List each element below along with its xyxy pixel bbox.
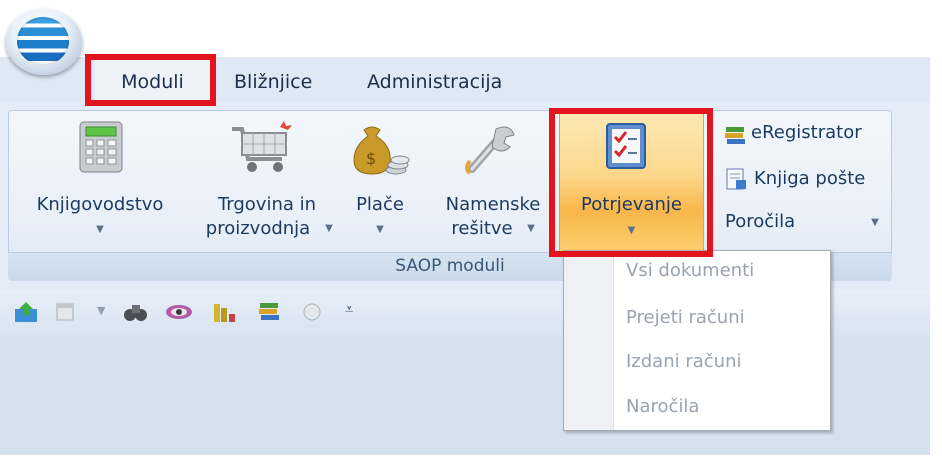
stacked-books-icon[interactable] xyxy=(258,300,282,326)
chevron-down-icon[interactable]: ▼ xyxy=(30,218,170,242)
bar-chart-icon[interactable] xyxy=(212,300,238,328)
tab-administracija[interactable]: Administracija xyxy=(367,57,502,102)
title-bar xyxy=(0,0,942,57)
money-bag-icon[interactable]: $ xyxy=(350,120,412,182)
tab-bliznjice[interactable]: Bližnjice xyxy=(234,57,312,102)
menu-item-vsi-dokumenti[interactable]: Vsi dokumenti xyxy=(626,260,754,281)
trgovina-label-line2[interactable]: proizvodnja xyxy=(188,217,328,241)
right-border xyxy=(930,57,942,466)
porocila-button[interactable]: Poročila xyxy=(725,210,795,234)
eregistrator-button[interactable]: eRegistrator xyxy=(751,121,862,145)
document-ledger-icon[interactable] xyxy=(724,167,748,195)
shopping-cart-icon[interactable] xyxy=(226,119,298,179)
chevron-down-icon[interactable]: ▼ xyxy=(524,217,538,241)
menu-item-prejeti-racuni[interactable]: Prejeti računi xyxy=(626,307,745,328)
chevron-down-icon[interactable]: ▼ xyxy=(345,218,415,242)
customize-toolbar-icon[interactable]: ⩡ xyxy=(345,300,353,318)
stacked-books-icon[interactable] xyxy=(724,124,746,150)
chevron-down-icon[interactable]: ▼ xyxy=(868,211,882,235)
highlight-box-potrjevanje xyxy=(549,108,713,257)
chevron-down-icon[interactable]: ▼ xyxy=(322,217,336,241)
calculator-icon[interactable] xyxy=(78,121,124,177)
search-binoculars-icon[interactable] xyxy=(123,301,149,327)
window-icon[interactable] xyxy=(55,302,75,326)
wrench-icon[interactable] xyxy=(462,121,518,179)
bottom-border xyxy=(0,455,942,466)
app-logo-icon xyxy=(17,17,69,65)
potrjevanje-dropdown-menu: Vsi dokumenti Prejeti računi Izdani raču… xyxy=(563,250,831,431)
chevron-down-icon[interactable]: ▼ xyxy=(97,304,105,317)
svg-text:$: $ xyxy=(366,149,376,168)
help-circle-icon[interactable] xyxy=(302,302,322,326)
place-button[interactable]: Plače xyxy=(345,193,415,217)
knjigovodstvo-button[interactable]: Knjigovodstvo xyxy=(30,193,170,217)
menu-gutter xyxy=(564,251,614,430)
namenske-label-line1[interactable]: Namenske xyxy=(428,193,558,217)
namenske-label-line2[interactable]: rešitve xyxy=(437,217,527,241)
menu-item-izdani-racuni[interactable]: Izdani računi xyxy=(626,351,742,372)
trgovina-label-line1[interactable]: Trgovina in xyxy=(192,193,342,217)
knjiga-poste-button[interactable]: Knjiga pošte xyxy=(754,167,865,191)
menu-item-narocila[interactable]: Naročila xyxy=(626,396,699,417)
application-orb-button[interactable] xyxy=(6,9,82,75)
upload-folder-icon[interactable] xyxy=(14,301,40,327)
eye-view-icon[interactable] xyxy=(165,303,193,325)
highlight-box-moduli xyxy=(85,54,216,106)
